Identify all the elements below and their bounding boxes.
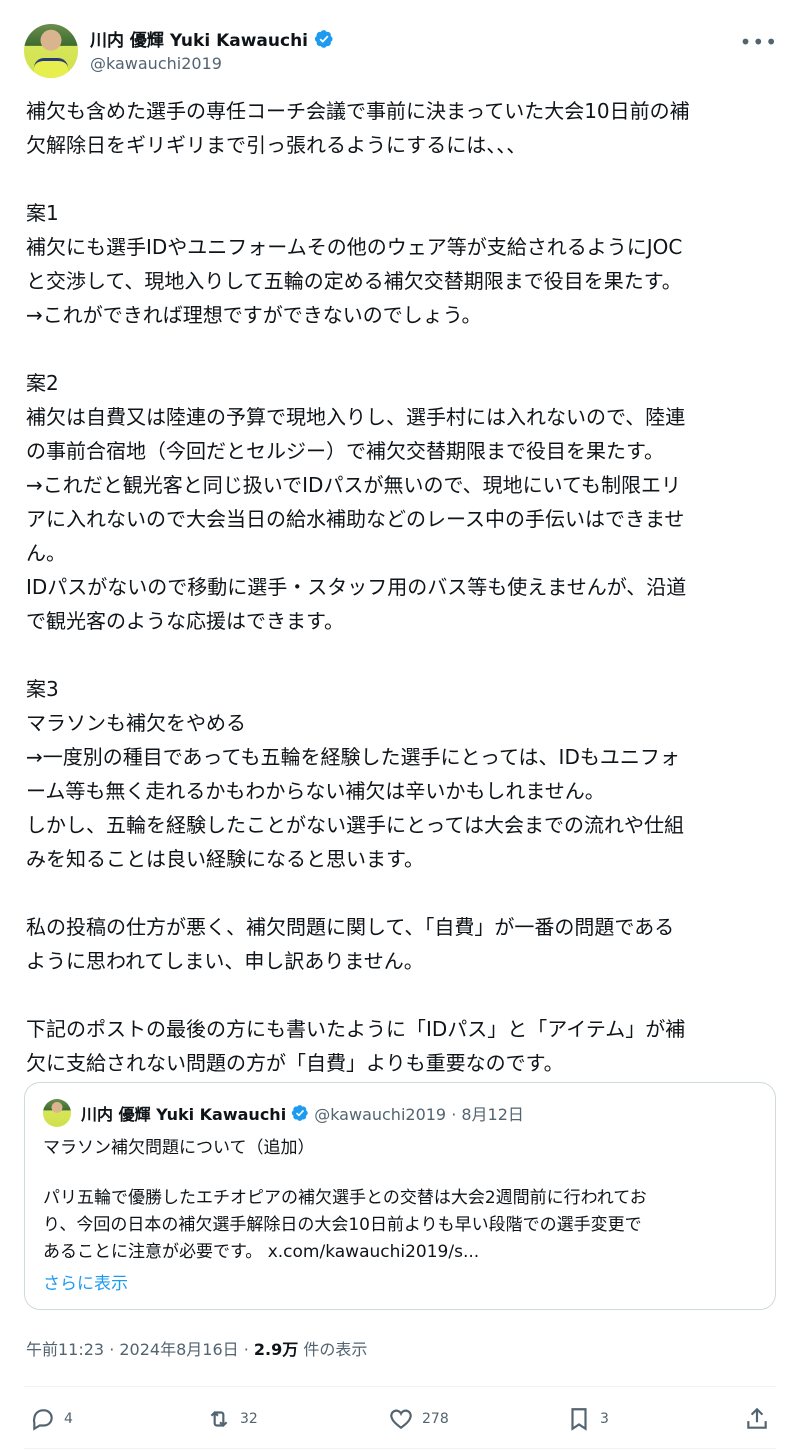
reply-icon	[32, 1409, 53, 1431]
repost-button[interactable]: 32	[206, 1406, 258, 1432]
bookmark-icon	[571, 1408, 587, 1431]
author-row: 川内 優輝 Yuki Kawauchi	[90, 26, 334, 51]
bookmark-button[interactable]: 3	[566, 1406, 609, 1432]
post-meta: 午前11:23 · 2024年8月16日 · 2.9万 件の表示	[26, 1336, 367, 1360]
share-button[interactable]	[744, 1406, 770, 1432]
action-bar: 4 32 278 3	[0, 1398, 800, 1442]
like-count: 278	[422, 1411, 449, 1427]
quoted-header: 川内 優輝 Yuki Kawauchi @kawauchi2019 · 8月12…	[81, 1101, 524, 1125]
avatar[interactable]	[24, 24, 78, 78]
reply-count: 4	[64, 1411, 73, 1427]
post-timestamp[interactable]: 午前11:23 · 2024年8月16日 ·	[26, 1340, 254, 1359]
post-text: 補欠も含めた選手の専任コーチ会議で事前に決まっていた大会10日前の補 欠解除日を…	[26, 99, 690, 1075]
avatar-shirt	[34, 58, 68, 78]
reply-button[interactable]: 4	[30, 1406, 73, 1432]
repost-count: 32	[240, 1411, 258, 1427]
share-icon	[747, 1407, 767, 1429]
view-count: 2.9万	[253, 1340, 299, 1359]
more-icon[interactable]: •••	[740, 30, 778, 54]
author-name[interactable]: 川内 優輝 Yuki Kawauchi	[90, 26, 308, 51]
quoted-title: マラソン補欠問題について（追加）	[43, 1138, 315, 1158]
quoted-meta: @kawauchi2019 · 8月12日	[314, 1105, 524, 1124]
repost-icon	[210, 1410, 228, 1428]
divider	[24, 1386, 776, 1387]
like-button[interactable]: 278	[388, 1406, 449, 1432]
bookmark-count: 3	[600, 1411, 609, 1427]
quoted-text: パリ五輪で優勝したエチオピアの補欠選手との交替は大会2週間前に行われてお り、今…	[43, 1188, 647, 1262]
quoted-author-name: 川内 優輝 Yuki Kawauchi	[81, 1105, 287, 1124]
quoted-post[interactable]: 川内 優輝 Yuki Kawauchi @kawauchi2019 · 8月12…	[24, 1082, 776, 1310]
author-handle[interactable]: @kawauchi2019	[90, 54, 222, 73]
view-label: 件の表示	[298, 1340, 368, 1359]
divider	[24, 1448, 776, 1449]
like-icon	[390, 1409, 412, 1429]
verified-icon	[292, 1105, 308, 1121]
quoted-avatar	[43, 1099, 71, 1127]
show-more-link[interactable]: さらに表示	[43, 1269, 128, 1294]
verified-icon	[314, 29, 333, 48]
